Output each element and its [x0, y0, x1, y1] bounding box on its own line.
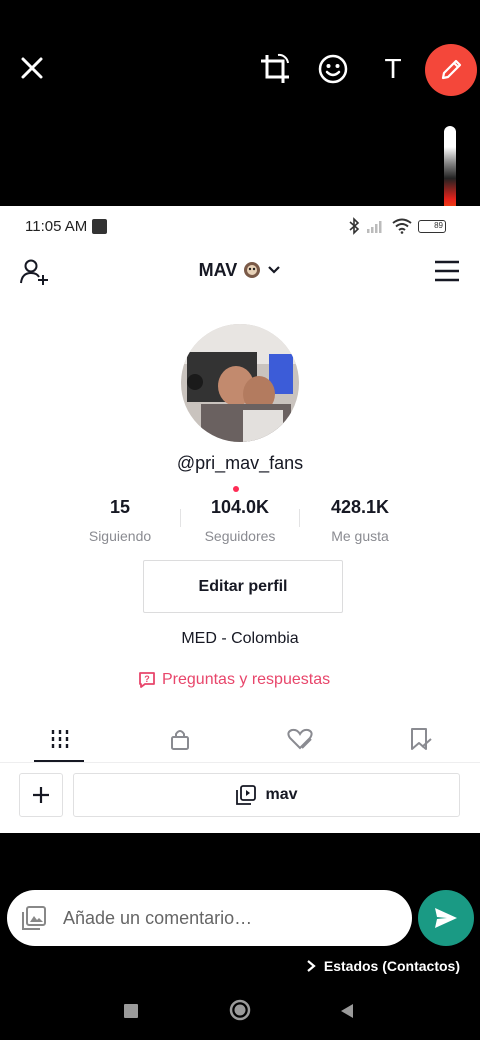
svg-text:?: ? [144, 674, 150, 684]
notification-dot [233, 486, 239, 492]
edit-profile-button[interactable]: Editar perfil [143, 560, 343, 613]
emoji-icon[interactable] [314, 50, 352, 88]
notification-icon [92, 219, 107, 234]
gallery-icon[interactable] [21, 905, 47, 931]
profile-header: MAV [0, 250, 480, 294]
crop-rotate-icon[interactable] [256, 50, 294, 88]
status-destination[interactable]: Estados (Contactos) [306, 956, 460, 976]
wifi-icon [392, 218, 412, 234]
status-destination-label: Estados (Contactos) [323, 958, 460, 974]
stat-label: Siguiendo [88, 528, 152, 544]
menu-icon[interactable] [434, 260, 460, 282]
signal-icon [367, 221, 382, 233]
close-icon[interactable] [14, 50, 50, 86]
home-icon[interactable] [227, 997, 253, 1023]
status-time: 11:05 AM [25, 218, 88, 235]
bluetooth-icon [349, 217, 360, 235]
send-button[interactable] [418, 890, 474, 946]
grid-icon [51, 730, 69, 748]
stat-value: 104.0K [210, 497, 270, 517]
playlist-icon [236, 785, 257, 805]
lock-icon [171, 730, 189, 750]
qa-link[interactable]: ? Preguntas y respuestas [138, 669, 330, 691]
text-tool-button[interactable]: T [374, 50, 412, 88]
tab-private[interactable] [150, 716, 210, 762]
playlist-label: mav [265, 786, 298, 803]
status-editor-screen: T 11:05 AM 89 MAV @pri_mav_fans 15 Sigui… [0, 0, 480, 1040]
recent-apps-icon[interactable] [120, 1000, 142, 1022]
qa-link-label: Preguntas y respuestas [162, 671, 331, 688]
tab-saved[interactable] [390, 716, 450, 762]
sloth-emoji-icon [244, 262, 261, 278]
editor-toolbar: T [0, 0, 480, 140]
system-nav-bar [0, 990, 480, 1040]
stat-label: Seguidores [204, 528, 276, 544]
stat-label: Me gusta [331, 528, 389, 544]
profile-title: MAV [198, 260, 238, 280]
profile-stats: 15 Siguiendo 104.0K Seguidores 428.1K Me… [60, 495, 420, 551]
avatar[interactable] [181, 324, 299, 442]
account-switcher[interactable]: MAV [0, 260, 480, 281]
stat-following[interactable]: 15 Siguiendo [60, 495, 180, 551]
playlist-mav-button[interactable]: mav [73, 773, 460, 817]
phone-status-bar: 11:05 AM 89 [0, 206, 480, 246]
tab-liked[interactable] [270, 716, 330, 762]
chevron-down-icon [268, 266, 281, 274]
battery-indicator: 89 [418, 219, 446, 233]
question-bubble-icon: ? [139, 672, 155, 688]
chevron-right-icon [307, 960, 316, 972]
add-playlist-button[interactable] [19, 773, 63, 817]
profile-handle: @pri_mav_fans [176, 453, 304, 473]
hidden-bookmark-icon [411, 728, 432, 750]
stat-divider [180, 509, 181, 527]
stat-value: 15 [109, 497, 131, 517]
pen-icon[interactable] [425, 44, 477, 96]
tabs-divider [0, 762, 480, 763]
profile-tabs [0, 716, 480, 762]
profile-bio: MED - Colombia [181, 630, 299, 647]
comment-box [7, 890, 412, 946]
back-icon[interactable] [336, 1000, 358, 1022]
status-icons: 89 [348, 216, 446, 236]
profile-screenshot: 11:05 AM 89 MAV @pri_mav_fans 15 Siguien… [0, 206, 480, 833]
stat-likes[interactable]: 428.1K Me gusta [300, 495, 420, 551]
tab-videos-grid[interactable] [30, 716, 90, 762]
stat-followers[interactable]: 104.0K Seguidores [180, 495, 300, 551]
send-icon [435, 908, 457, 928]
plus-icon [33, 787, 49, 803]
stat-value: 428.1K [330, 497, 390, 517]
hidden-heart-icon [287, 728, 313, 750]
comment-input[interactable] [63, 890, 403, 946]
